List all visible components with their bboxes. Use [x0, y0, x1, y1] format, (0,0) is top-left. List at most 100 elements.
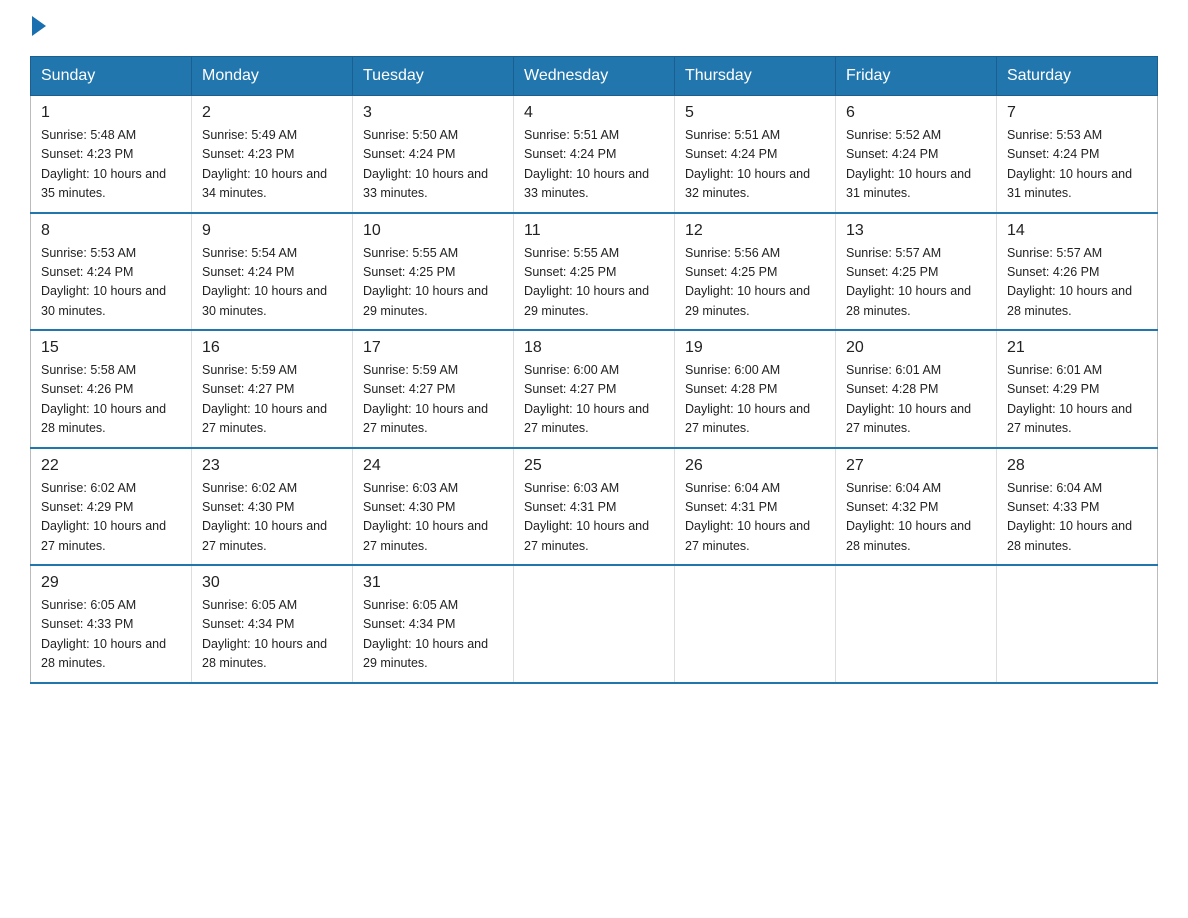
week-row: 15 Sunrise: 5:58 AMSunset: 4:26 PMDayligh…: [31, 330, 1158, 448]
day-info: Sunrise: 5:55 AMSunset: 4:25 PMDaylight:…: [524, 244, 664, 322]
day-cell: [997, 565, 1158, 683]
day-cell: 31 Sunrise: 6:05 AMSunset: 4:34 PMDayligh…: [353, 565, 514, 683]
day-number: 31: [363, 574, 503, 592]
day-info: Sunrise: 6:05 AMSunset: 4:34 PMDaylight:…: [202, 596, 342, 674]
day-cell: 15 Sunrise: 5:58 AMSunset: 4:26 PMDayligh…: [31, 330, 192, 448]
day-cell: 25 Sunrise: 6:03 AMSunset: 4:31 PMDayligh…: [514, 448, 675, 566]
day-number: 10: [363, 222, 503, 240]
day-info: Sunrise: 5:51 AMSunset: 4:24 PMDaylight:…: [524, 126, 664, 204]
day-number: 2: [202, 104, 342, 122]
day-cell: 21 Sunrise: 6:01 AMSunset: 4:29 PMDayligh…: [997, 330, 1158, 448]
day-info: Sunrise: 5:51 AMSunset: 4:24 PMDaylight:…: [685, 126, 825, 204]
week-row: 8 Sunrise: 5:53 AMSunset: 4:24 PMDaylight…: [31, 213, 1158, 331]
day-number: 20: [846, 339, 986, 357]
header-cell-sunday: Sunday: [31, 57, 192, 96]
day-cell: 20Sunrise: 6:01 AMSunset: 4:28 PMDayligh…: [836, 330, 997, 448]
day-number: 29: [41, 574, 181, 592]
day-info: Sunrise: 5:57 AMSunset: 4:26 PMDaylight:…: [1007, 244, 1147, 322]
day-info: Sunrise: 5:59 AMSunset: 4:27 PMDaylight:…: [202, 361, 342, 439]
day-cell: 17Sunrise: 5:59 AMSunset: 4:27 PMDayligh…: [353, 330, 514, 448]
day-number: 4: [524, 104, 664, 122]
day-cell: 11 Sunrise: 5:55 AMSunset: 4:25 PMDayligh…: [514, 213, 675, 331]
week-row: 29 Sunrise: 6:05 AMSunset: 4:33 PMDayligh…: [31, 565, 1158, 683]
day-number: 6: [846, 104, 986, 122]
day-info: Sunrise: 5:53 AMSunset: 4:24 PMDaylight:…: [41, 244, 181, 322]
day-cell: 29 Sunrise: 6:05 AMSunset: 4:33 PMDayligh…: [31, 565, 192, 683]
day-info: Sunrise: 6:00 AMSunset: 4:27 PMDaylight:…: [524, 361, 664, 439]
week-row: 1Sunrise: 5:48 AMSunset: 4:23 PMDaylight…: [31, 96, 1158, 213]
day-number: 8: [41, 222, 181, 240]
logo: [30, 20, 46, 36]
day-info: Sunrise: 5:57 AMSunset: 4:25 PMDaylight:…: [846, 244, 986, 322]
day-number: 26: [685, 457, 825, 475]
day-number: 19: [685, 339, 825, 357]
day-cell: 7 Sunrise: 5:53 AMSunset: 4:24 PMDaylight…: [997, 96, 1158, 213]
header-cell-tuesday: Tuesday: [353, 57, 514, 96]
day-cell: 2Sunrise: 5:49 AMSunset: 4:23 PMDaylight…: [192, 96, 353, 213]
day-info: Sunrise: 6:04 AMSunset: 4:33 PMDaylight:…: [1007, 479, 1147, 557]
day-cell: 1Sunrise: 5:48 AMSunset: 4:23 PMDaylight…: [31, 96, 192, 213]
day-cell: 8 Sunrise: 5:53 AMSunset: 4:24 PMDaylight…: [31, 213, 192, 331]
day-cell: [514, 565, 675, 683]
day-info: Sunrise: 5:50 AMSunset: 4:24 PMDaylight:…: [363, 126, 503, 204]
calendar-header: SundayMondayTuesdayWednesdayThursdayFrid…: [31, 57, 1158, 96]
day-info: Sunrise: 6:01 AMSunset: 4:29 PMDaylight:…: [1007, 361, 1147, 439]
day-number: 15: [41, 339, 181, 357]
day-number: 1: [41, 104, 181, 122]
day-cell: 4 Sunrise: 5:51 AMSunset: 4:24 PMDaylight…: [514, 96, 675, 213]
day-info: Sunrise: 6:00 AMSunset: 4:28 PMDaylight:…: [685, 361, 825, 439]
day-number: 25: [524, 457, 664, 475]
day-info: Sunrise: 5:58 AMSunset: 4:26 PMDaylight:…: [41, 361, 181, 439]
header-cell-wednesday: Wednesday: [514, 57, 675, 96]
day-info: Sunrise: 6:03 AMSunset: 4:30 PMDaylight:…: [363, 479, 503, 557]
day-info: Sunrise: 6:05 AMSunset: 4:33 PMDaylight:…: [41, 596, 181, 674]
day-cell: 30 Sunrise: 6:05 AMSunset: 4:34 PMDayligh…: [192, 565, 353, 683]
day-info: Sunrise: 5:53 AMSunset: 4:24 PMDaylight:…: [1007, 126, 1147, 204]
day-cell: 3 Sunrise: 5:50 AMSunset: 4:24 PMDaylight…: [353, 96, 514, 213]
day-info: Sunrise: 5:56 AMSunset: 4:25 PMDaylight:…: [685, 244, 825, 322]
day-cell: 14 Sunrise: 5:57 AMSunset: 4:26 PMDayligh…: [997, 213, 1158, 331]
day-number: 14: [1007, 222, 1147, 240]
day-info: Sunrise: 6:04 AMSunset: 4:32 PMDaylight:…: [846, 479, 986, 557]
logo-arrow-icon: [32, 16, 46, 36]
day-number: 3: [363, 104, 503, 122]
header-row: SundayMondayTuesdayWednesdayThursdayFrid…: [31, 57, 1158, 96]
day-cell: 18Sunrise: 6:00 AMSunset: 4:27 PMDayligh…: [514, 330, 675, 448]
day-number: 5: [685, 104, 825, 122]
day-cell: 13 Sunrise: 5:57 AMSunset: 4:25 PMDayligh…: [836, 213, 997, 331]
day-info: Sunrise: 5:54 AMSunset: 4:24 PMDaylight:…: [202, 244, 342, 322]
day-cell: [675, 565, 836, 683]
day-cell: 6 Sunrise: 5:52 AMSunset: 4:24 PMDaylight…: [836, 96, 997, 213]
day-cell: 12 Sunrise: 5:56 AMSunset: 4:25 PMDayligh…: [675, 213, 836, 331]
day-info: Sunrise: 6:05 AMSunset: 4:34 PMDaylight:…: [363, 596, 503, 674]
day-number: 22: [41, 457, 181, 475]
day-number: 13: [846, 222, 986, 240]
day-cell: [836, 565, 997, 683]
day-cell: 10Sunrise: 5:55 AMSunset: 4:25 PMDayligh…: [353, 213, 514, 331]
calendar-table: SundayMondayTuesdayWednesdayThursdayFrid…: [30, 56, 1158, 684]
day-cell: 28Sunrise: 6:04 AMSunset: 4:33 PMDayligh…: [997, 448, 1158, 566]
day-number: 27: [846, 457, 986, 475]
day-number: 9: [202, 222, 342, 240]
week-row: 22 Sunrise: 6:02 AMSunset: 4:29 PMDayligh…: [31, 448, 1158, 566]
day-cell: 5 Sunrise: 5:51 AMSunset: 4:24 PMDaylight…: [675, 96, 836, 213]
header-cell-thursday: Thursday: [675, 57, 836, 96]
day-cell: 27 Sunrise: 6:04 AMSunset: 4:32 PMDayligh…: [836, 448, 997, 566]
page-header: [30, 20, 1158, 36]
day-cell: 23Sunrise: 6:02 AMSunset: 4:30 PMDayligh…: [192, 448, 353, 566]
calendar-body: 1Sunrise: 5:48 AMSunset: 4:23 PMDaylight…: [31, 96, 1158, 683]
day-number: 23: [202, 457, 342, 475]
day-number: 7: [1007, 104, 1147, 122]
day-number: 30: [202, 574, 342, 592]
header-cell-monday: Monday: [192, 57, 353, 96]
day-number: 12: [685, 222, 825, 240]
day-number: 11: [524, 222, 664, 240]
day-info: Sunrise: 6:02 AMSunset: 4:29 PMDaylight:…: [41, 479, 181, 557]
day-cell: 26Sunrise: 6:04 AMSunset: 4:31 PMDayligh…: [675, 448, 836, 566]
day-info: Sunrise: 5:52 AMSunset: 4:24 PMDaylight:…: [846, 126, 986, 204]
header-cell-saturday: Saturday: [997, 57, 1158, 96]
day-cell: 9 Sunrise: 5:54 AMSunset: 4:24 PMDaylight…: [192, 213, 353, 331]
day-info: Sunrise: 6:03 AMSunset: 4:31 PMDaylight:…: [524, 479, 664, 557]
day-number: 21: [1007, 339, 1147, 357]
day-info: Sunrise: 5:59 AMSunset: 4:27 PMDaylight:…: [363, 361, 503, 439]
